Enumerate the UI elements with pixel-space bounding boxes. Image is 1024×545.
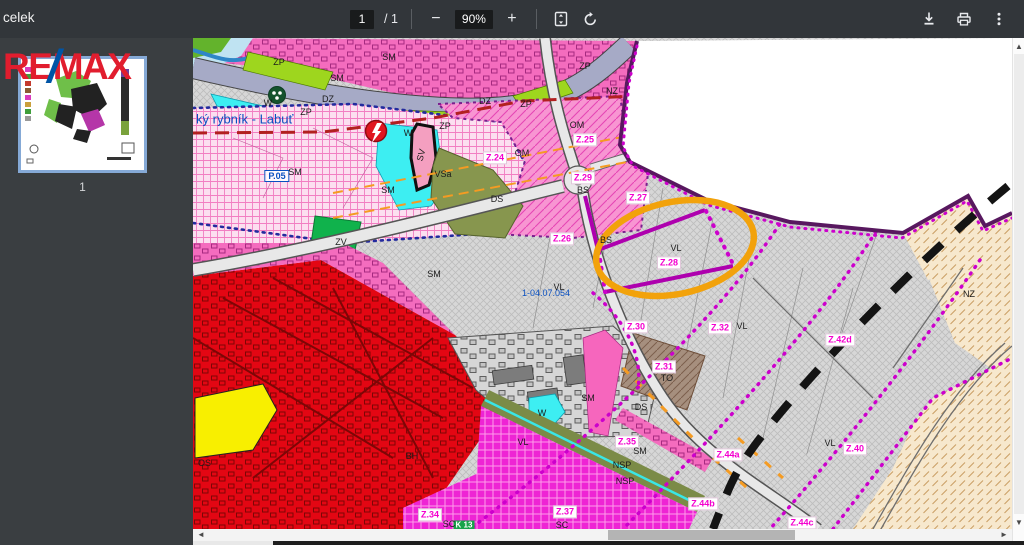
map-label-zp: ZP: [520, 99, 532, 109]
map-label-nz: NZ: [606, 86, 618, 96]
fit-page-icon: [553, 11, 569, 27]
map-label-zv: ZV: [335, 237, 347, 247]
map-label-om: OM: [515, 148, 530, 158]
thumbnail-page-number: 1: [0, 180, 165, 194]
map-label-sm: SM: [382, 52, 396, 62]
map-label-z-44a: Z.44a: [713, 448, 742, 461]
remax-logo-re: RE: [3, 46, 51, 87]
map-label-sv: SV: [415, 148, 428, 162]
scroll-up-arrow[interactable]: ▲: [1013, 41, 1024, 53]
toolbar-divider: [536, 9, 537, 29]
download-icon: [921, 11, 937, 27]
map-label-dz: DZ: [479, 96, 491, 106]
toolbar-divider: [411, 9, 412, 29]
map-label-z-37: Z.37: [553, 505, 577, 518]
map-label-z-32: Z.32: [708, 321, 732, 334]
map-label-z-27: Z.27: [626, 191, 650, 204]
document-title: celek: [3, 10, 35, 25]
horizontal-scrollbar[interactable]: ◄ ►: [193, 529, 1012, 541]
map-label-vl: VL: [553, 282, 564, 292]
map-label-nsp: NSP: [616, 476, 635, 486]
map-label-k-rybn-k-labu-: ký rybník - Labuť: [196, 112, 293, 127]
map-label-z-29: Z.29: [571, 171, 595, 184]
map-label-sc: SC: [443, 519, 456, 529]
remax-logo-slash: /: [47, 40, 58, 92]
map-label-z-30: Z.30: [624, 320, 648, 333]
map-label-sm: SM: [581, 393, 595, 403]
page-number-input[interactable]: 1: [350, 10, 374, 29]
map-label-sc: SC: [556, 520, 569, 529]
map-label-to: TO: [661, 373, 673, 383]
print-icon: [956, 11, 972, 27]
map-label-p-05: P.05: [264, 170, 289, 182]
map-label-nsp: NSP: [613, 460, 632, 470]
map-label-zp: ZP: [300, 107, 312, 117]
map-label-bh: BH: [406, 451, 419, 461]
map-label-w: W: [264, 98, 273, 108]
map-label-vl: VL: [517, 437, 528, 447]
kebab-menu-icon: [992, 11, 1006, 27]
map-label-zp: ZP: [273, 57, 285, 67]
page-count-label: / 1: [384, 12, 398, 26]
map-label-z-34: Z.34: [418, 508, 442, 521]
map-label-k-13: K 13: [454, 521, 475, 530]
toolbar-center-controls: 1 / 1 − 90% +: [350, 0, 602, 38]
map-label-vl: VL: [736, 321, 747, 331]
zoom-out-button[interactable]: −: [425, 7, 447, 31]
remax-logo-max: MAX: [53, 46, 131, 87]
rotate-icon: [582, 11, 599, 28]
zoom-in-button[interactable]: +: [501, 7, 523, 31]
print-button[interactable]: [953, 7, 975, 31]
map-label-z-44c: Z.44c: [787, 516, 816, 529]
map-label-nz: NZ: [963, 289, 975, 299]
map-label-z-28: Z.28: [657, 256, 681, 269]
map-label-sm: SM: [330, 73, 344, 83]
pdf-toolbar: celek 1 / 1 − 90% +: [0, 0, 1024, 38]
map-label-bs: BS: [600, 235, 612, 245]
map-label-ds: DS: [635, 402, 648, 412]
map-label-layer: Z.24 Z.25 Z.26 Z.27 Z.28 Z.29 Z.30 Z.31 Z.32 Z.34…: [193, 38, 1012, 529]
pdf-viewer-window: celek 1 / 1 − 90% +: [0, 0, 1024, 545]
map-label-sm: SM: [381, 185, 395, 195]
map-label-om: OM: [570, 120, 585, 130]
map-label-w: W: [404, 128, 413, 138]
remax-logo: RE/MAX: [3, 40, 130, 86]
map-label-z-25: Z.25: [573, 133, 597, 146]
map-label-ds: DS: [491, 194, 504, 204]
map-label-w: W: [538, 408, 547, 418]
scroll-down-arrow[interactable]: ▼: [1013, 517, 1024, 529]
zoning-map-page[interactable]: Z.24 Z.25 Z.26 Z.27 Z.28 Z.29 Z.30 Z.31 Z.32 Z.34…: [193, 38, 1012, 529]
thumbnail-sidebar: 1: [0, 38, 193, 545]
window-bottom-edge: [273, 541, 1024, 545]
map-label-os: OS: [198, 458, 211, 468]
fit-to-page-button[interactable]: [550, 7, 572, 31]
map-label-z-31: Z.31: [652, 360, 676, 373]
rotate-button[interactable]: [580, 7, 602, 31]
horizontal-scrollbar-thumb[interactable]: [608, 530, 795, 540]
vertical-scrollbar[interactable]: ▲ ▼: [1012, 38, 1024, 545]
zoom-level-input[interactable]: 90%: [455, 10, 493, 29]
map-label-zp: ZP: [439, 121, 451, 131]
scroll-left-arrow[interactable]: ◄: [195, 529, 207, 541]
vertical-scrollbar-thumb[interactable]: [1014, 54, 1024, 514]
scroll-right-arrow[interactable]: ►: [998, 529, 1010, 541]
map-label-z-24: Z.24: [483, 151, 507, 164]
map-label-sm: SM: [633, 446, 647, 456]
toolbar-right-controls: [918, 0, 1010, 38]
map-label-zp: ZP: [579, 61, 591, 71]
map-label-bs: BS: [577, 185, 589, 195]
map-label-sm: SM: [427, 269, 441, 279]
map-label-vl: VL: [670, 243, 681, 253]
more-options-button[interactable]: [988, 7, 1010, 31]
scrollbar-corner: [193, 541, 273, 545]
map-label-dz: DZ: [322, 94, 334, 104]
map-label-z-26: Z.26: [550, 232, 574, 245]
map-label-vsa: VSa: [434, 169, 451, 179]
download-button[interactable]: [918, 7, 940, 31]
map-label-z-42d: Z.42d: [825, 333, 855, 346]
map-label-z-44b: Z.44b: [688, 497, 718, 510]
map-label-z-40: Z.40: [843, 442, 867, 455]
map-label-sm: SM: [288, 167, 302, 177]
map-label-vl: VL: [824, 438, 835, 448]
